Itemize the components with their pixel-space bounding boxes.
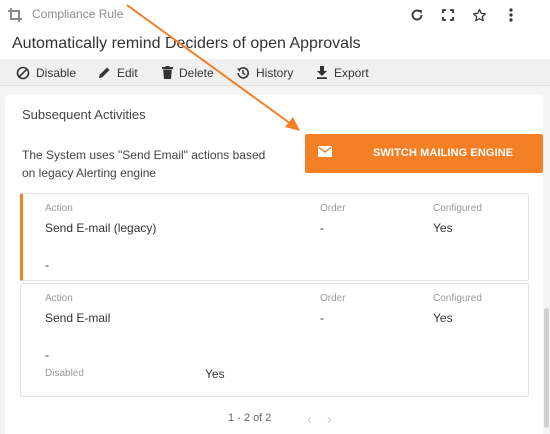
activity-row-legacy[interactable]: Action Order Configured Send E-mail (leg… — [20, 193, 529, 281]
star-icon[interactable] — [470, 6, 488, 24]
mail-icon — [318, 146, 332, 157]
export-icon — [317, 66, 327, 79]
switch-mailing-engine-label: SWITCH MAILING ENGINE — [373, 147, 514, 159]
breadcrumb[interactable]: Compliance Rule — [32, 7, 123, 21]
history-label: History — [256, 65, 294, 80]
disable-button[interactable]: Disable — [16, 64, 76, 81]
configured-value: Yes — [433, 221, 453, 235]
export-button[interactable]: Export — [316, 64, 369, 81]
top-bar: Compliance Rule — [0, 0, 550, 30]
extra-value: - — [45, 258, 49, 272]
action-value: Send E-mail — [45, 311, 111, 325]
disable-label: Disable — [36, 65, 77, 80]
action-column-label: Action — [45, 293, 73, 304]
crop-icon — [8, 8, 22, 22]
disable-icon — [16, 66, 30, 79]
subsequent-activities-card: Subsequent Activities The System uses "S… — [5, 95, 543, 434]
edit-button[interactable]: Edit — [98, 64, 138, 81]
delete-label: Delete — [179, 65, 214, 80]
delete-button[interactable]: Delete — [162, 64, 214, 81]
extra-value: - — [45, 348, 49, 362]
action-value: Send E-mail (legacy) — [45, 221, 157, 235]
scrollbar-thumb[interactable] — [544, 308, 549, 428]
order-value: - — [320, 221, 324, 235]
fullscreen-icon[interactable] — [439, 6, 457, 24]
chevron-right-icon[interactable]: › — [327, 411, 332, 427]
page-title: Automatically remind Deciders of open Ap… — [12, 35, 361, 52]
legacy-engine-description: The System uses "Send Email" actions bas… — [22, 148, 266, 180]
export-label: Export — [334, 65, 369, 80]
more-vert-icon[interactable] — [502, 6, 520, 24]
delete-icon — [162, 66, 173, 79]
pagination-text: 1 - 2 of 2 — [228, 412, 272, 424]
disabled-value: Yes — [205, 367, 225, 381]
configured-value: Yes — [433, 311, 453, 325]
activity-row-send-email[interactable]: Action Order Configured Send E-mail - Ye… — [20, 283, 529, 397]
edit-icon — [99, 67, 110, 78]
disabled-label: Disabled — [45, 368, 84, 379]
edit-label: Edit — [117, 65, 138, 80]
action-bar: Disable Edit Delete History Export — [0, 59, 550, 86]
configured-column-label: Configured — [433, 293, 482, 304]
switch-mailing-engine-button[interactable]: SWITCH MAILING ENGINE — [305, 134, 543, 173]
refresh-icon[interactable] — [408, 6, 426, 24]
order-column-label: Order — [320, 293, 346, 304]
configured-column-label: Configured — [433, 203, 482, 214]
chevron-left-icon[interactable]: ‹ — [307, 411, 312, 427]
order-column-label: Order — [320, 203, 346, 214]
history-icon — [236, 66, 249, 79]
history-button[interactable]: History — [236, 64, 293, 81]
main-area: Subsequent Activities The System uses "S… — [0, 86, 550, 434]
section-title: Subsequent Activities — [22, 107, 146, 122]
order-value: - — [320, 311, 324, 325]
action-column-label: Action — [45, 203, 73, 214]
